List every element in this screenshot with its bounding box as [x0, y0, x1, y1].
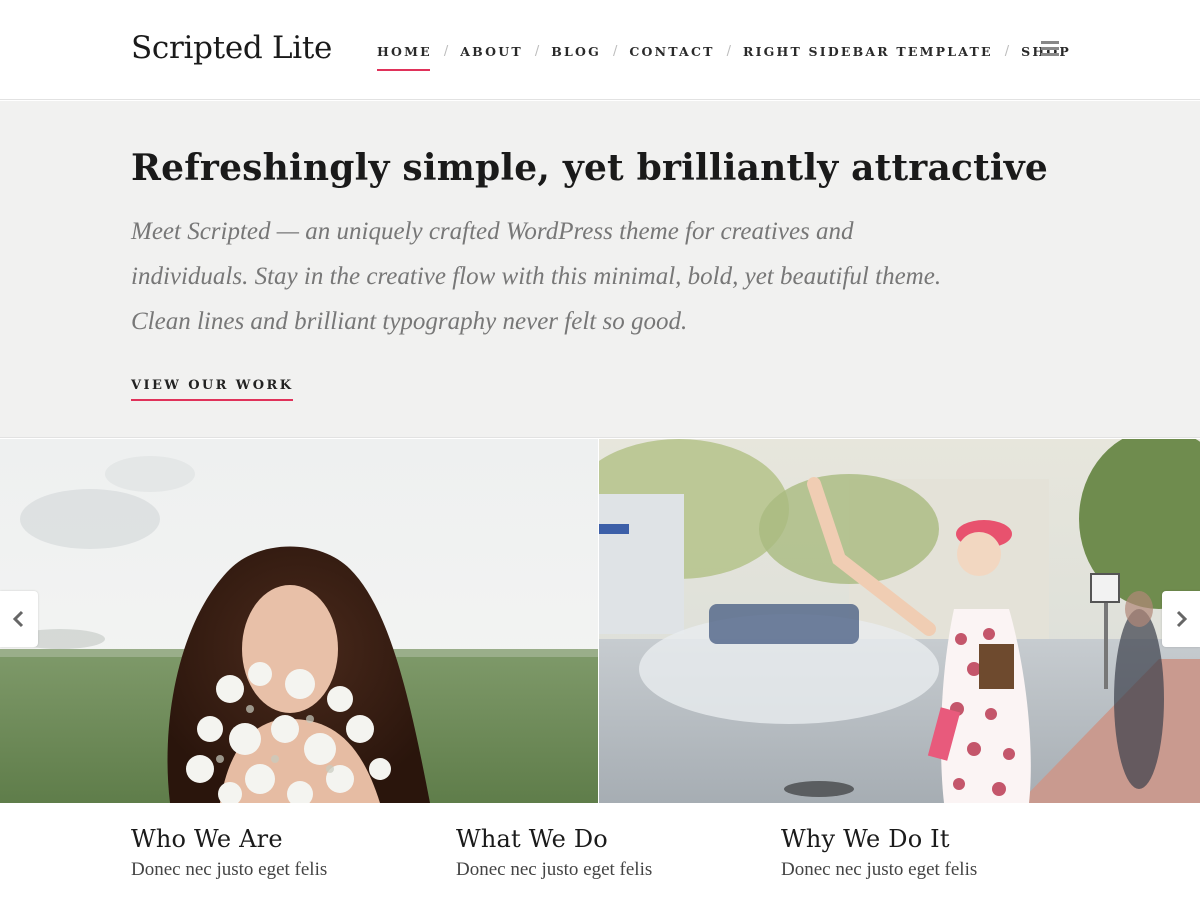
view-our-work-link[interactable]: VIEW OUR WORK: [131, 378, 294, 401]
feature-who-we-are: Who We Are Donec nec justo eget felis: [131, 825, 431, 881]
feature-title[interactable]: Who We Are: [131, 825, 431, 853]
nav-separator: /: [534, 43, 540, 59]
slider-next-button[interactable]: [1162, 591, 1200, 647]
feature-text: Donec nec justo eget felis: [781, 859, 978, 880]
nav-item-about[interactable]: ABOUT: [460, 44, 523, 59]
feature-what-we-do: What We Do Donec nec justo eget felis: [456, 825, 756, 881]
site-title[interactable]: Scripted Lite: [131, 30, 332, 66]
hero-section: Refreshingly simple, yet brilliantly att…: [0, 101, 1200, 438]
nav-item-blog[interactable]: BLOG: [551, 44, 601, 59]
nav-separator: /: [443, 43, 449, 59]
slide-image-woman-flowers: [0, 439, 598, 803]
hero-line: Clean lines and brilliant typography nev…: [131, 308, 688, 335]
feature-title[interactable]: Why We Do It: [781, 825, 1081, 853]
nav-separator: /: [612, 43, 618, 59]
nav-item-contact[interactable]: CONTACT: [629, 44, 714, 59]
slider-prev-button[interactable]: [0, 591, 38, 647]
feature-why-we-do-it: Why We Do It Donec nec justo eget felis: [781, 825, 1081, 881]
feature-title[interactable]: What We Do: [456, 825, 756, 853]
hero-line: individuals. Stay in the creative flow w…: [131, 263, 942, 290]
nav-item-right-sidebar-template[interactable]: RIGHT SIDEBAR TEMPLATE: [743, 44, 993, 59]
hamburger-icon[interactable]: [1041, 41, 1059, 57]
hero-description: Meet Scripted — an uniquely crafted Word…: [131, 209, 1071, 344]
nav-separator: /: [1004, 43, 1010, 59]
chevron-left-icon: [12, 610, 24, 628]
hero-line: Meet Scripted — an uniquely crafted Word…: [131, 218, 854, 245]
feature-text: Donec nec justo eget felis: [131, 859, 328, 880]
image-slider: [0, 439, 1200, 803]
features-section: Who We Are Donec nec justo eget felis Wh…: [0, 803, 1200, 900]
hero-title: Refreshingly simple, yet brilliantly att…: [131, 147, 1049, 189]
site-header: Scripted Lite HOME / ABOUT / BLOG / CONT…: [0, 0, 1200, 100]
feature-text: Donec nec justo eget felis: [456, 859, 653, 880]
nav-separator: /: [726, 43, 731, 59]
main-nav: HOME / ABOUT / BLOG / CONTACT / RIGHT SI…: [377, 42, 1071, 71]
nav-item-home[interactable]: HOME: [377, 44, 432, 71]
slide-image-woman-street: [599, 439, 1200, 803]
chevron-right-icon: [1176, 610, 1188, 628]
